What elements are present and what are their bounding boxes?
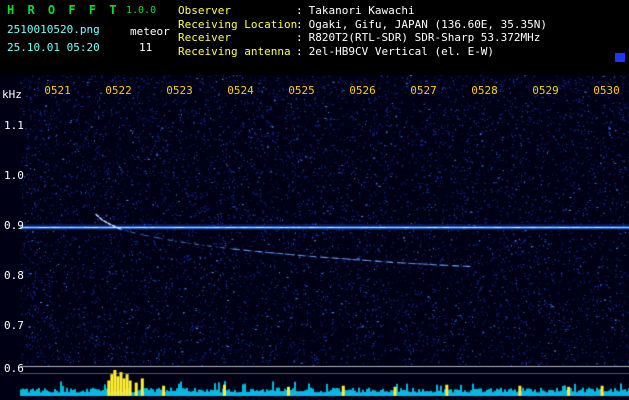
- colon-separator: :: [296, 17, 303, 31]
- info-row-receiver: Receiver: R820T2(RTL-SDR) SDR-Sharp 53.37…: [178, 31, 547, 45]
- observation-datetime: 25.10.01 05:20: [7, 41, 100, 54]
- info-label-receiver: Receiver: [178, 31, 231, 44]
- output-filename: 2510010520.png: [7, 23, 100, 36]
- info-label-antenna: Receiving antenna: [178, 44, 291, 58]
- app-version: 1.0.0: [126, 5, 157, 16]
- spectrogram-canvas: [0, 75, 629, 400]
- colon-separator: :: [296, 4, 303, 17]
- blue-status-indicator: [615, 53, 625, 62]
- colon-separator: :: [296, 44, 303, 58]
- info-label-location: Receiving Location: [178, 17, 298, 31]
- echo-count: 11: [139, 41, 153, 54]
- app-title: H R O F F T: [7, 3, 120, 17]
- info-row-location: Receiving Location: Ogaki, Gifu, JAPAN (1…: [178, 18, 547, 32]
- info-value-observer: Takanori Kawachi: [308, 4, 415, 17]
- colon-separator: :: [296, 31, 303, 44]
- observation-info: Observer: Takanori Kawachi Receiving Loca…: [178, 4, 547, 58]
- info-value-location: Ogaki, Gifu, JAPAN (136.60E, 35.35N): [308, 17, 548, 31]
- info-row-antenna: Receiving antenna:2el-HB9CV Vertical (el…: [178, 45, 547, 59]
- info-row-observer: Observer: Takanori Kawachi: [178, 4, 547, 18]
- info-value-antenna: 2el-HB9CV Vertical (el. E-W): [308, 44, 495, 58]
- info-value-receiver: R820T2(RTL-SDR) SDR-Sharp 53.372MHz: [308, 31, 541, 44]
- frequency-unit-label: kHz: [2, 88, 22, 101]
- info-label-observer: Observer: [178, 4, 231, 17]
- observation-mode-label: meteor: [130, 25, 170, 38]
- hrofft-window: H R O F F T 1.0.0 2510010520.png meteor …: [0, 0, 629, 400]
